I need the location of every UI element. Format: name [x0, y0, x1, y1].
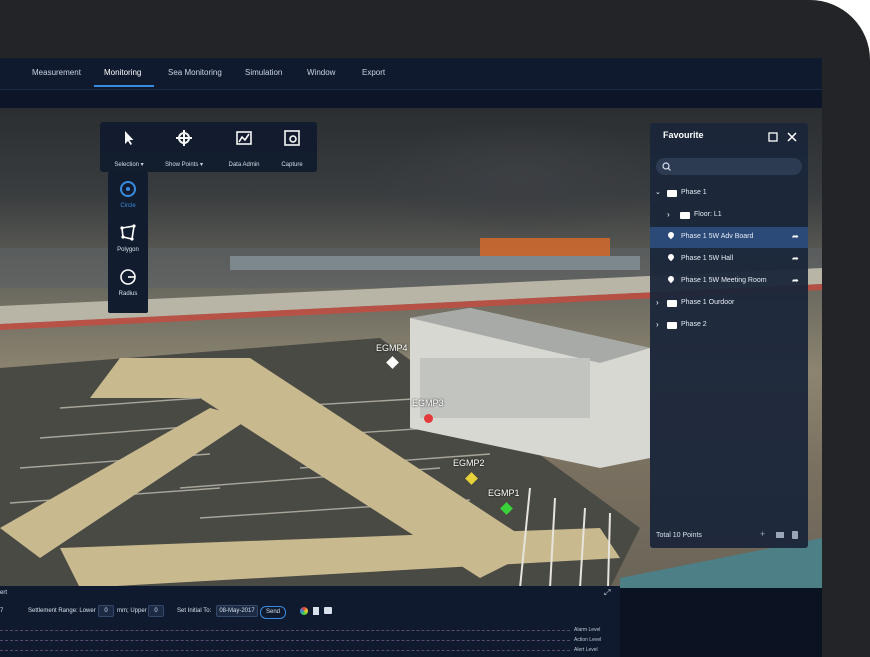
share-arrow-icon[interactable]: ➦	[792, 232, 799, 241]
tree-item-ourdoor[interactable]: › Phase 1 Ourdoor	[650, 293, 808, 314]
folder-add-icon[interactable]	[776, 532, 784, 538]
alarm-level-label: Alarm Level	[574, 627, 601, 633]
sub-toolbar	[0, 90, 822, 108]
tree-item-phase-1[interactable]: ⌄ Phase 1	[650, 183, 808, 204]
marker-egmp3-label: EGMP3	[412, 398, 444, 408]
total-points-text: Total 10 Points	[656, 532, 702, 539]
polygon-select-label: Polygon	[117, 247, 139, 253]
tree-item-label: Phase 2	[681, 321, 707, 328]
lower-range-input[interactable]: 0	[98, 605, 114, 617]
menu-sea-monitoring[interactable]: Sea Monitoring	[168, 68, 222, 77]
crosshair-icon	[176, 130, 192, 146]
chevron-right-icon: ›	[656, 320, 659, 329]
tree-item-hall[interactable]: Phase 1 5W Hall ➦	[650, 249, 808, 270]
data-admin-button[interactable]: Data Admin	[219, 130, 269, 170]
menu-bar: Measurement Monitoring Sea Monitoring Si…	[0, 58, 822, 90]
document-icon[interactable]	[313, 607, 319, 615]
folder-icon	[667, 322, 677, 329]
menu-measurement[interactable]: Measurement	[32, 68, 81, 77]
chevron-right-icon: ›	[656, 298, 659, 307]
favourite-footer: Total 10 Points +	[650, 523, 808, 548]
active-tab-indicator	[94, 85, 154, 87]
share-arrow-icon[interactable]: ➦	[792, 254, 799, 263]
radius-select-option[interactable]: Radius	[108, 268, 148, 297]
action-level-label: Action Level	[574, 637, 602, 643]
polygon-select-icon	[120, 224, 136, 241]
tree-item-label: Phase 1	[681, 189, 707, 196]
tree-item-floor-l1[interactable]: › Floor: L1	[650, 205, 808, 226]
menu-export[interactable]: Export	[362, 68, 385, 77]
close-icon[interactable]	[787, 132, 797, 142]
camera-icon	[284, 130, 300, 146]
expand-icon[interactable]: ⤢	[604, 588, 610, 598]
tree-item-meeting-room[interactable]: Phase 1 5W Meeting Room ➦	[650, 271, 808, 292]
set-initial-label: Set Initial To:	[177, 608, 212, 614]
marker-egmp4-label: EGMP4	[376, 343, 408, 353]
folder-icon	[667, 190, 677, 197]
radius-select-icon	[120, 269, 136, 285]
alarm-level-line	[0, 630, 570, 631]
send-button[interactable]: Send	[260, 606, 286, 619]
chart-icon	[236, 131, 252, 145]
chevron-down-icon: ⌄	[655, 189, 661, 196]
circle-select-label: Circle	[120, 203, 136, 209]
folder-icon	[680, 212, 690, 219]
marker-egmp2-label: EGMP2	[453, 458, 485, 468]
show-points-label: Show Points ▾	[164, 162, 204, 168]
tree-item-label: Phase 1 5W Hall	[681, 255, 734, 262]
selection-tool-label: Selection ▾	[114, 162, 144, 168]
menu-window[interactable]: Window	[307, 68, 335, 77]
circle-select-option[interactable]: Circle	[108, 180, 148, 209]
selection-tool-button[interactable]: Selection ▾	[104, 130, 154, 170]
folder-icon	[667, 300, 677, 307]
pin-icon	[666, 252, 676, 262]
radius-select-label: Radius	[118, 291, 138, 297]
marker-egmp1-label: EGMP1	[488, 488, 520, 498]
trash-icon[interactable]	[792, 531, 798, 539]
marker-egmp3-icon[interactable]	[424, 414, 433, 423]
chevron-right-icon: ›	[667, 210, 670, 219]
data-admin-label: Data Admin	[228, 162, 260, 168]
favourite-panel: Favourite ⌄ Phase 1 › Floor: L1 Phase 1 …	[650, 123, 808, 548]
tree-item-phase-2[interactable]: › Phase 2	[650, 315, 808, 336]
app-screen: Measurement Monitoring Sea Monitoring Si…	[0, 58, 822, 657]
show-points-button[interactable]: Show Points ▾	[159, 130, 209, 170]
settlement-chart-panel: ert ⤢ 7 Settlement Range: Lower 0 mm; Up…	[0, 586, 620, 657]
capture-label: Capture	[281, 162, 303, 168]
popout-icon[interactable]	[768, 132, 778, 142]
capture-button[interactable]: Capture	[267, 130, 317, 170]
map-toolbox: Selection ▾ Show Points ▾ Data Admin Cap…	[100, 122, 317, 172]
settlement-range-label: Settlement Range: Lower	[28, 608, 96, 614]
selection-mode-menu: Circle Polygon Radius	[108, 172, 148, 313]
tree-item-adv-board[interactable]: Phase 1 5W Adv Board ➦	[650, 227, 808, 248]
pin-icon	[666, 274, 676, 284]
alert-level-line	[0, 650, 570, 651]
action-level-line	[0, 640, 570, 641]
mm-upper-label: mm; Upper	[117, 608, 147, 614]
tree-item-label: Phase 1 5W Adv Board	[681, 233, 754, 240]
circle-select-icon	[120, 181, 136, 197]
add-icon[interactable]: +	[760, 529, 765, 539]
initial-date-input[interactable]: 08-May-2017	[216, 605, 258, 617]
cursor-icon	[125, 131, 134, 145]
menu-monitoring[interactable]: Monitoring	[104, 68, 141, 77]
tree-item-label: Phase 1 Ourdoor	[681, 299, 735, 306]
polygon-select-option[interactable]: Polygon	[108, 224, 148, 253]
menu-simulation[interactable]: Simulation	[245, 68, 282, 77]
share-arrow-icon[interactable]: ➦	[792, 276, 799, 285]
tree-item-label: Floor: L1	[694, 211, 722, 218]
print-icon[interactable]	[324, 607, 332, 614]
favourite-search-input[interactable]	[656, 158, 802, 175]
upper-range-input[interactable]: 0	[148, 605, 164, 617]
pin-icon	[666, 230, 676, 240]
date-fragment: 7	[0, 608, 4, 614]
panel-title: ert	[0, 590, 8, 596]
search-icon	[662, 162, 671, 171]
favourite-title: Favourite	[663, 130, 704, 140]
color-palette-icon[interactable]	[300, 607, 308, 615]
tree-item-label: Phase 1 5W Meeting Room	[681, 277, 767, 284]
alert-level-label: Alert Level	[574, 647, 598, 653]
